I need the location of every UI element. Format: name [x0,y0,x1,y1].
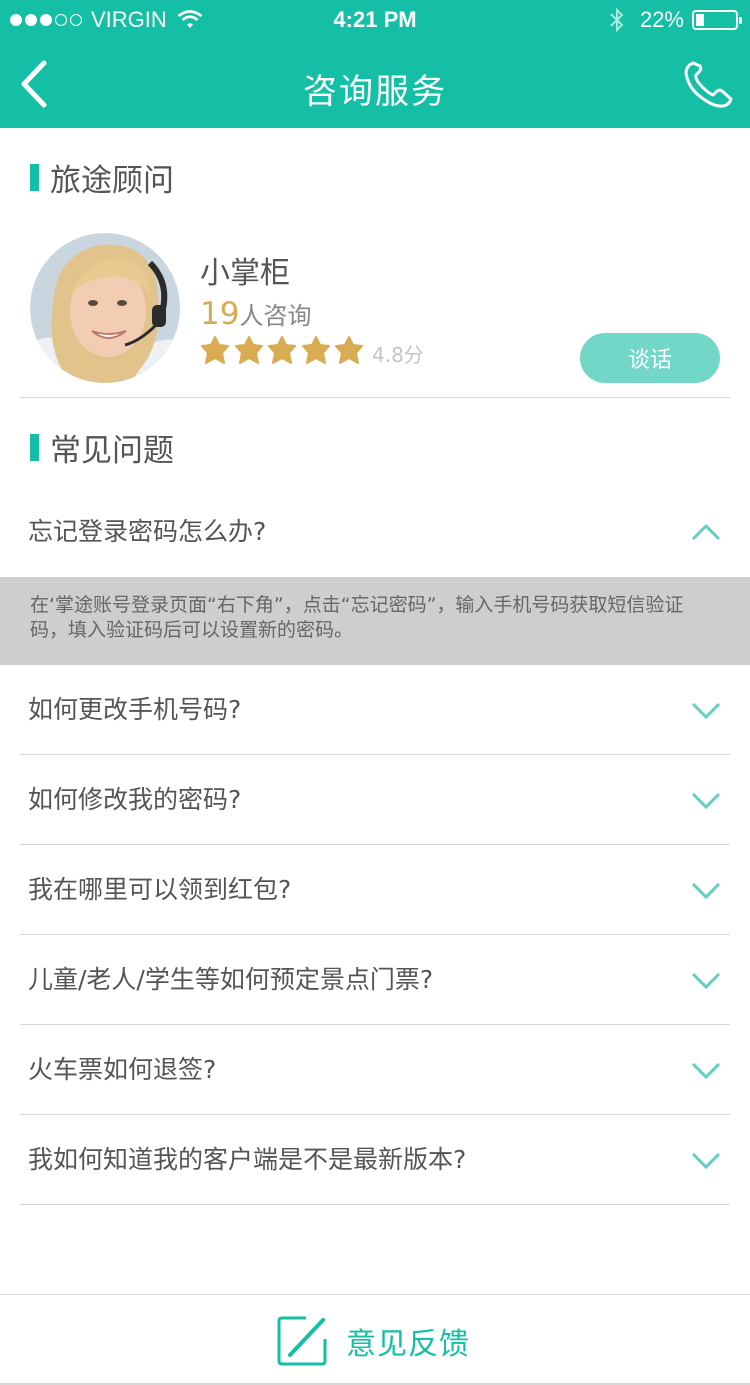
advisor-name: 小掌柜 [200,256,290,291]
consult-count-suffix: 人咨询 [239,302,312,330]
star-icon [335,336,363,364]
battery-nub [739,17,742,24]
bluetooth-icon [610,7,624,33]
row-divider [20,1204,730,1205]
chevron-down-icon [691,882,721,900]
star-icon [301,336,330,364]
section-divider [20,397,730,398]
faq-item[interactable]: 如何更改手机号码? [20,665,730,755]
faq-answer: 在‘掌途账号登录页面“右下角”，点击“忘记密码”，输入手机号码获取短信验证码，填… [0,577,750,665]
chevron-down-icon [691,972,721,990]
consult-count-number: 19 [200,296,240,332]
faq-item[interactable]: 如何修改我的密码? [20,755,730,845]
faq-item[interactable]: 火车票如何退签? [20,1025,730,1115]
top-bar: VIRGIN 4:21 PM 22% 咨询服务 [0,0,750,128]
status-bar: VIRGIN 4:21 PM 22% [0,0,750,40]
chevron-up-icon [691,523,721,541]
battery-icon [692,10,742,30]
star-icon [234,336,263,364]
advisor-portrait [30,233,180,383]
faq-section-title: 常见问题 [50,433,174,469]
status-right: 22% [608,7,742,33]
advisor-section-title: 旅途顾问 [50,163,174,199]
chevron-down-icon [691,1152,721,1170]
faq-item[interactable]: 我在哪里可以领到红包? [20,845,730,935]
faq-item[interactable]: 我如何知道我的客户端是不是最新版本? [20,1115,730,1205]
chevron-down-icon [691,1062,721,1080]
faq-question: 我如何知道我的客户端是不是最新版本? [28,1145,467,1174]
faq-item[interactable]: 儿童/老人/学生等如何预定景点门票? [20,935,730,1025]
star-icon [201,336,229,364]
chevron-down-icon [691,792,721,810]
rating-score: 4.8分 [372,343,424,367]
battery-percent: 22% [639,7,684,32]
feedback-label: 意见反馈 [346,1327,470,1362]
phone-icon [684,61,733,108]
section-marker [30,164,39,191]
advisor-section-header: 旅途顾问 [30,155,174,200]
faq-question: 如何修改我的密码? [28,785,242,814]
call-button[interactable] [682,58,734,110]
edit-icon [277,1316,327,1366]
page-title: 咨询服务 [303,72,447,112]
faq-item[interactable]: 忘记登录密码怎么办? [20,487,730,577]
rating-stars [200,336,368,364]
faq-question: 火车票如何退签? [28,1055,217,1084]
battery-fill [696,14,704,26]
feedback-bar: 意见反馈 [0,1294,750,1385]
star-icon [268,336,296,364]
faq-question: 儿童/老人/学生等如何预定景点门票? [28,965,434,994]
avatar [30,233,180,383]
chevron-down-icon [691,702,721,720]
feedback-button[interactable]: 意见反馈 [276,1315,470,1367]
faq-section-header: 常见问题 [30,425,174,470]
consult-count: 19人咨询 [200,296,311,332]
faq-question: 如何更改手机号码? [28,695,242,724]
section-marker [30,434,39,461]
talk-button[interactable]: 谈话 [580,333,720,383]
faq-question: 忘记登录密码怎么办? [28,517,267,546]
faq-question: 我在哪里可以领到红包? [28,875,292,904]
